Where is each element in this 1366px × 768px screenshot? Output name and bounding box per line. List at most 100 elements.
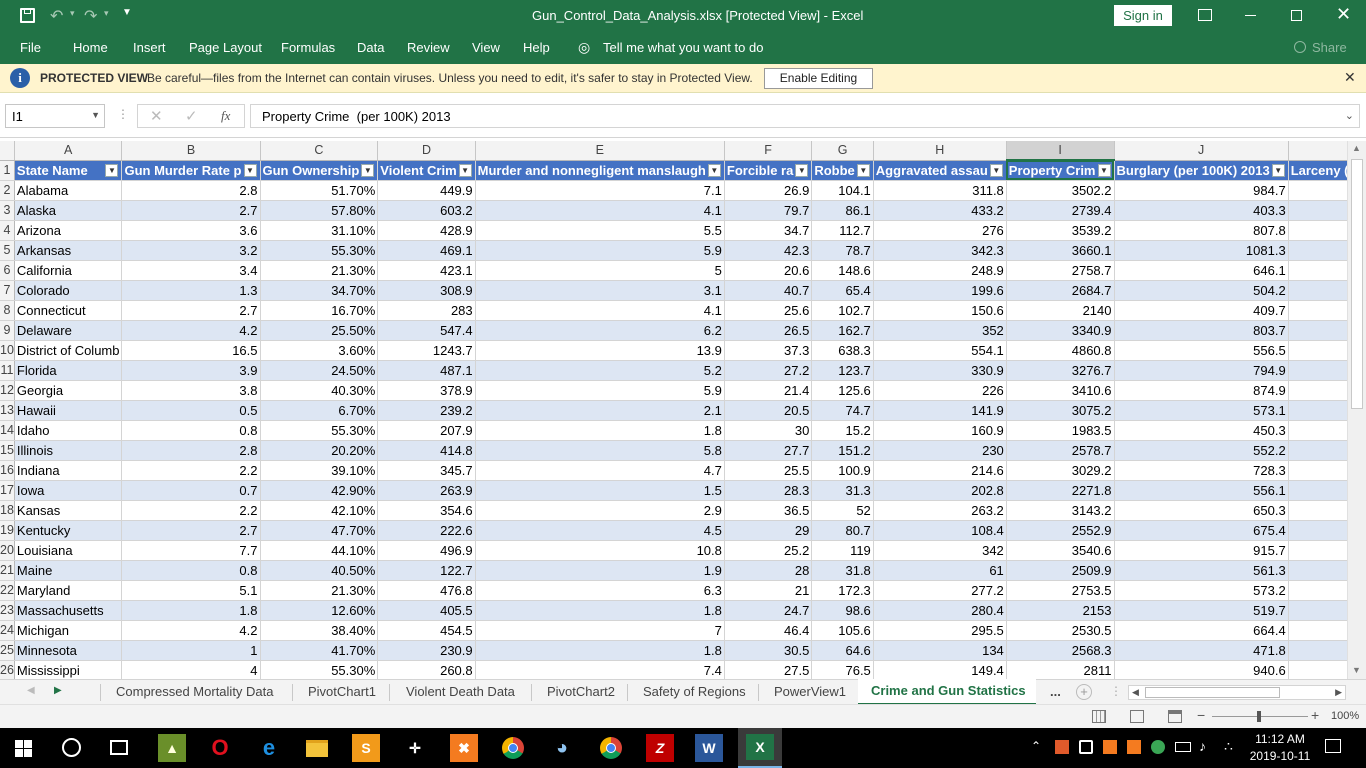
table-cell[interactable]: 2578.7: [1006, 440, 1115, 461]
sheet-tab-safety-of-regions[interactable]: Safety of Regions: [643, 680, 746, 704]
table-cell[interactable]: 26.9: [724, 180, 813, 201]
minimize-icon[interactable]: [1245, 15, 1256, 16]
row-header[interactable]: 6: [0, 260, 15, 281]
table-cell[interactable]: 1983.5: [1006, 420, 1115, 441]
table-cell[interactable]: 5: [475, 260, 725, 281]
row-header[interactable]: 11: [0, 360, 15, 381]
table-cell[interactable]: Minnesota: [14, 640, 123, 661]
table-cell[interactable]: 4.2: [121, 320, 261, 341]
table-header-cell[interactable]: Burglary (per 100K) 2013 ▼: [1114, 160, 1289, 181]
column-header[interactable]: J: [1114, 141, 1289, 161]
close-icon[interactable]: ✕: [1344, 69, 1356, 86]
table-cell[interactable]: 38.40%: [260, 620, 379, 641]
chevron-down-icon[interactable]: ⌄: [1345, 109, 1354, 122]
table-cell[interactable]: 2684.7: [1006, 280, 1115, 301]
table-cell[interactable]: 984.7: [1114, 180, 1289, 201]
scroll-left-icon[interactable]: ◀: [27, 685, 35, 696]
table-header-cell[interactable]: Violent Crim ▼: [377, 160, 476, 181]
table-cell[interactable]: 112.7: [811, 220, 874, 241]
row-header[interactable]: 17: [0, 480, 15, 501]
table-cell[interactable]: 263.9: [377, 480, 476, 501]
tray-icon-1[interactable]: [1055, 740, 1069, 754]
table-cell[interactable]: 27.2: [724, 360, 813, 381]
scroll-thumb[interactable]: [1351, 159, 1363, 409]
table-cell[interactable]: Alaska: [14, 200, 123, 221]
filter-dropdown-icon[interactable]: ▼: [105, 163, 119, 177]
table-cell[interactable]: 41.70%: [260, 640, 379, 661]
table-cell[interactable]: 104.1: [811, 180, 874, 201]
table-cell[interactable]: 2271.8: [1006, 480, 1115, 501]
snipping-tool-icon[interactable]: ✛: [401, 734, 429, 762]
table-cell[interactable]: 7.1: [475, 180, 725, 201]
ribbon-display-options-icon[interactable]: [1198, 9, 1212, 21]
table-cell[interactable]: 239.2: [377, 400, 476, 421]
table-cell[interactable]: 80.7: [811, 520, 874, 541]
filter-dropdown-icon[interactable]: ▼: [707, 163, 721, 177]
table-cell[interactable]: 15.2: [811, 420, 874, 441]
table-header-cell[interactable]: Aggravated assau ▼: [873, 160, 1007, 181]
table-cell[interactable]: 47.70%: [260, 520, 379, 541]
table-cell[interactable]: 34.7: [724, 220, 813, 241]
table-cell[interactable]: 2509.9: [1006, 560, 1115, 581]
table-cell[interactable]: 74.7: [811, 400, 874, 421]
table-cell[interactable]: 2.8: [121, 440, 261, 461]
word-icon[interactable]: W: [695, 734, 723, 762]
edge-icon[interactable]: e: [255, 734, 283, 762]
row-header[interactable]: 15: [0, 440, 15, 461]
row-header[interactable]: 16: [0, 460, 15, 481]
cancel-icon[interactable]: ✕: [150, 107, 163, 125]
tab-help[interactable]: Help: [523, 40, 550, 55]
table-cell[interactable]: Iowa: [14, 480, 123, 501]
table-cell[interactable]: 675.4: [1114, 520, 1289, 541]
enable-editing-button[interactable]: Enable Editing: [764, 68, 873, 89]
table-cell[interactable]: 230.9: [377, 640, 476, 661]
table-cell[interactable]: 151.2: [811, 440, 874, 461]
row-header[interactable]: 21: [0, 560, 15, 581]
table-cell[interactable]: 248.9: [873, 260, 1007, 281]
table-cell[interactable]: 25.50%: [260, 320, 379, 341]
table-cell[interactable]: 664.4: [1114, 620, 1289, 641]
table-header-cell[interactable]: Gun Murder Rate p ▼: [121, 160, 261, 181]
table-cell[interactable]: 3276.7: [1006, 360, 1115, 381]
table-cell[interactable]: 102.7: [811, 300, 874, 321]
table-cell[interactable]: 76.5: [811, 660, 874, 679]
row-header[interactable]: 22: [0, 580, 15, 601]
table-cell[interactable]: 3340.9: [1006, 320, 1115, 341]
table-cell[interactable]: 807.8: [1114, 220, 1289, 241]
table-cell[interactable]: 79.7: [724, 200, 813, 221]
tray-icon-4[interactable]: [1127, 740, 1141, 754]
table-cell[interactable]: 108.4: [873, 520, 1007, 541]
table-cell[interactable]: 42.10%: [260, 500, 379, 521]
filter-dropdown-icon[interactable]: ▼: [243, 163, 257, 177]
table-cell[interactable]: 1: [121, 640, 261, 661]
table-cell[interactable]: 36.5: [724, 500, 813, 521]
file-explorer-icon[interactable]: [303, 734, 331, 762]
table-cell[interactable]: 2.7: [121, 520, 261, 541]
column-header[interactable]: G: [811, 141, 874, 161]
table-cell[interactable]: 3.8: [121, 380, 261, 401]
table-header-cell[interactable]: State Name ▼: [14, 160, 123, 181]
table-cell[interactable]: 25.5: [724, 460, 813, 481]
show-hidden-icons[interactable]: ⌃: [1031, 739, 1041, 753]
table-cell[interactable]: 2.2: [121, 460, 261, 481]
row-header[interactable]: 19: [0, 520, 15, 541]
scroll-down-icon[interactable]: ▼: [1352, 665, 1361, 675]
table-cell[interactable]: 342: [873, 540, 1007, 561]
table-cell[interactable]: 428.9: [377, 220, 476, 241]
windows-start-icon[interactable]: [15, 740, 32, 757]
table-cell[interactable]: Mississippi: [14, 660, 123, 679]
table-header-cell[interactable]: Forcible ra ▼: [724, 160, 813, 181]
scroll-up-icon[interactable]: ▲: [1352, 143, 1361, 153]
table-cell[interactable]: 6.2: [475, 320, 725, 341]
table-cell[interactable]: 149.4: [873, 660, 1007, 679]
table-cell[interactable]: 55.30%: [260, 660, 379, 679]
close-icon[interactable]: ✕: [1336, 4, 1351, 25]
table-cell[interactable]: 98.6: [811, 600, 874, 621]
table-cell[interactable]: 40.30%: [260, 380, 379, 401]
table-cell[interactable]: 3029.2: [1006, 460, 1115, 481]
table-cell[interactable]: 31.10%: [260, 220, 379, 241]
table-cell[interactable]: 5.2: [475, 360, 725, 381]
sheet-tab-violent-death[interactable]: Violent Death Data: [406, 680, 515, 704]
table-cell[interactable]: 2.2: [121, 500, 261, 521]
table-cell[interactable]: 2153: [1006, 600, 1115, 621]
